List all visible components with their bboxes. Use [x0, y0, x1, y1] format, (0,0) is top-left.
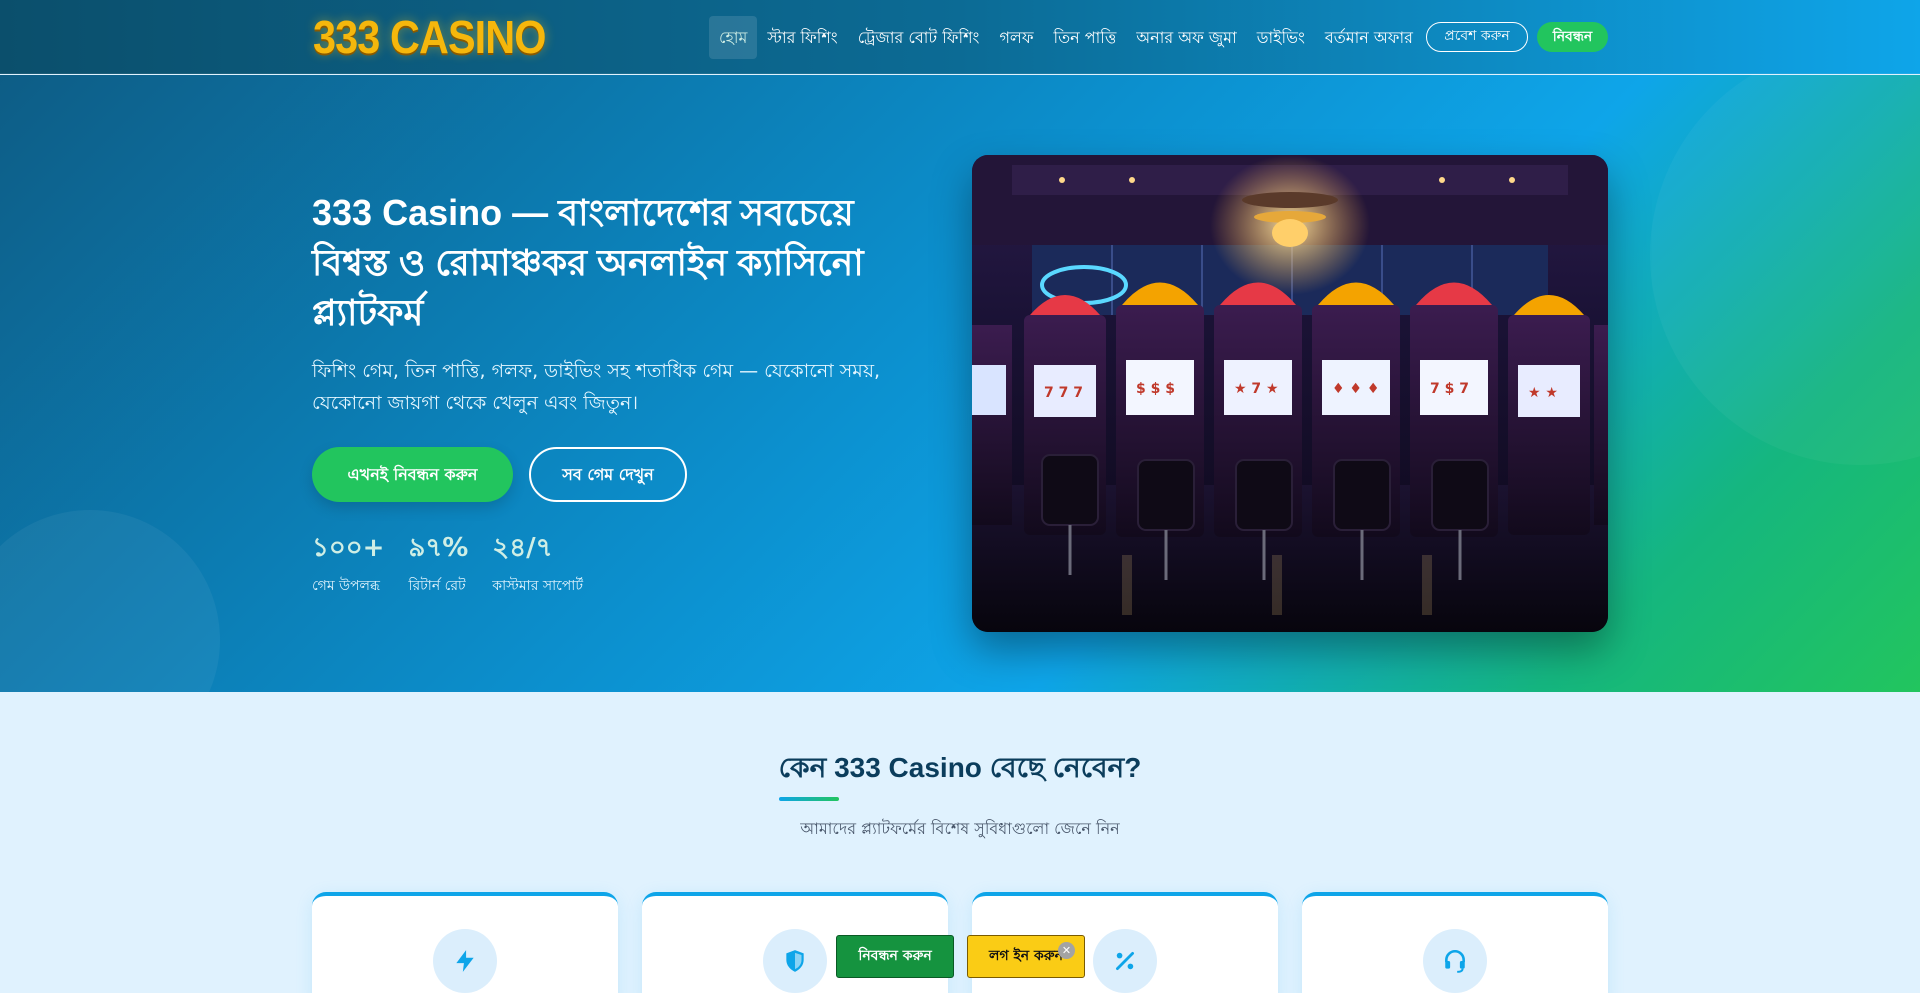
header-register-button[interactable]: নিবন্ধন: [1537, 22, 1608, 52]
nav-item-honor-of-zuma[interactable]: অনার অফ জুমা: [1126, 16, 1246, 59]
hero-subtitle: ফিশিং গেম, তিন পাত্তি, গলফ, ডাইভিং সহ শত…: [312, 360, 881, 414]
stat-value: ৯৭%: [408, 533, 469, 563]
stat-return-rate: ৯৭% রিটার্ন রেট: [408, 530, 468, 598]
svg-text:7 7 7: 7 7 7: [1044, 385, 1083, 401]
main-nav: হোম স্টার ফিশিং ট্রেজার বোট ফিশিং গলফ তি…: [709, 15, 1423, 59]
header-login-button[interactable]: প্রবেশ করুন: [1426, 22, 1528, 52]
svg-text:♦ ♦ ♦: ♦ ♦ ♦: [1332, 381, 1379, 397]
decorative-circle: [0, 510, 220, 692]
feature-card: [312, 892, 618, 993]
nav-item-teen-patti[interactable]: তিন পাত্তি: [1044, 16, 1127, 59]
stat-support: ২৪/৭ কাস্টমার সাপোর্ট: [492, 530, 583, 598]
lightning-icon: [433, 929, 497, 993]
headset-icon: [1423, 929, 1487, 993]
hero-stats: ১০০+ গেম উপলব্ধ ৯৭% রিটার্ন রেট ২৪/৭ কাস…: [312, 530, 607, 598]
svg-text:$ $ $: $ $ $: [1136, 381, 1175, 397]
stat-label: কাস্টমার সাপোর্ট: [492, 578, 583, 594]
svg-text:★ 7 ★: ★ 7 ★: [1234, 381, 1279, 397]
svg-text:★ ★: ★ ★: [1528, 385, 1558, 401]
close-icon[interactable]: ✕: [1058, 942, 1075, 959]
shield-icon: [763, 929, 827, 993]
nav-item-diving[interactable]: ডাইভিং: [1247, 16, 1315, 59]
title-underline: [779, 797, 839, 801]
nav-item-treasure-boat-fishing[interactable]: ট্রেজার বোট ফিশিং: [848, 16, 990, 59]
features-title: কেন 333 Casino বেছে নেবেন?: [778, 752, 1142, 783]
hero-section: 333 Casino — বাংলাদেশের সবচেয়ে বিশ্বস্ত…: [0, 75, 1920, 692]
site-logo[interactable]: 333 CASINO: [313, 10, 546, 64]
features-subtitle: আমাদের প্ল্যাটফর্মের বিশেষ সুবিধাগুলো জে…: [800, 819, 1120, 838]
percent-icon: [1093, 929, 1157, 993]
features-section: কেন 333 Casino বেছে নেবেন? আমাদের প্ল্যা…: [0, 692, 1920, 993]
slot-machines-illustration: 7 7 7 $ $ $ ★ 7 ★ ♦ ♦ ♦ 7 $ 7 ★ ★: [972, 155, 1608, 632]
stat-label: রিটার্ন রেট: [408, 578, 466, 594]
casino-slot-machines-image: 7 7 7 $ $ $ ★ 7 ★ ♦ ♦ ♦ 7 $ 7 ★ ★: [972, 155, 1608, 632]
stat-games: ১০০+ গেম উপলব্ধ: [312, 530, 384, 598]
feature-card: [1302, 892, 1608, 993]
decorative-glow: [1650, 75, 1920, 465]
stat-label: গেম উপলব্ধ: [312, 578, 380, 594]
stat-value: ২৪/৭: [492, 533, 553, 563]
nav-item-star-fishing[interactable]: স্টার ফিশিং: [757, 16, 847, 59]
site-header: 333 CASINO হোম স্টার ফিশিং ট্রেজার বোট ফ…: [0, 0, 1920, 74]
register-now-button[interactable]: এখনই নিবন্ধন করুন: [312, 447, 513, 502]
svg-text:7 $ 7: 7 $ 7: [1430, 381, 1469, 397]
view-all-games-button[interactable]: সব গেম দেখুন: [529, 447, 687, 502]
nav-item-golf[interactable]: গলফ: [989, 16, 1043, 59]
stat-value: ১০০+: [312, 533, 385, 563]
nav-item-home[interactable]: হোম: [709, 15, 758, 59]
nav-item-current-offers[interactable]: বর্তমান অফার: [1315, 16, 1423, 59]
floating-register-button[interactable]: নিবন্ধন করুন: [836, 935, 954, 978]
hero-title: 333 Casino — বাংলাদেশের সবচেয়ে বিশ্বস্ত…: [312, 192, 864, 333]
